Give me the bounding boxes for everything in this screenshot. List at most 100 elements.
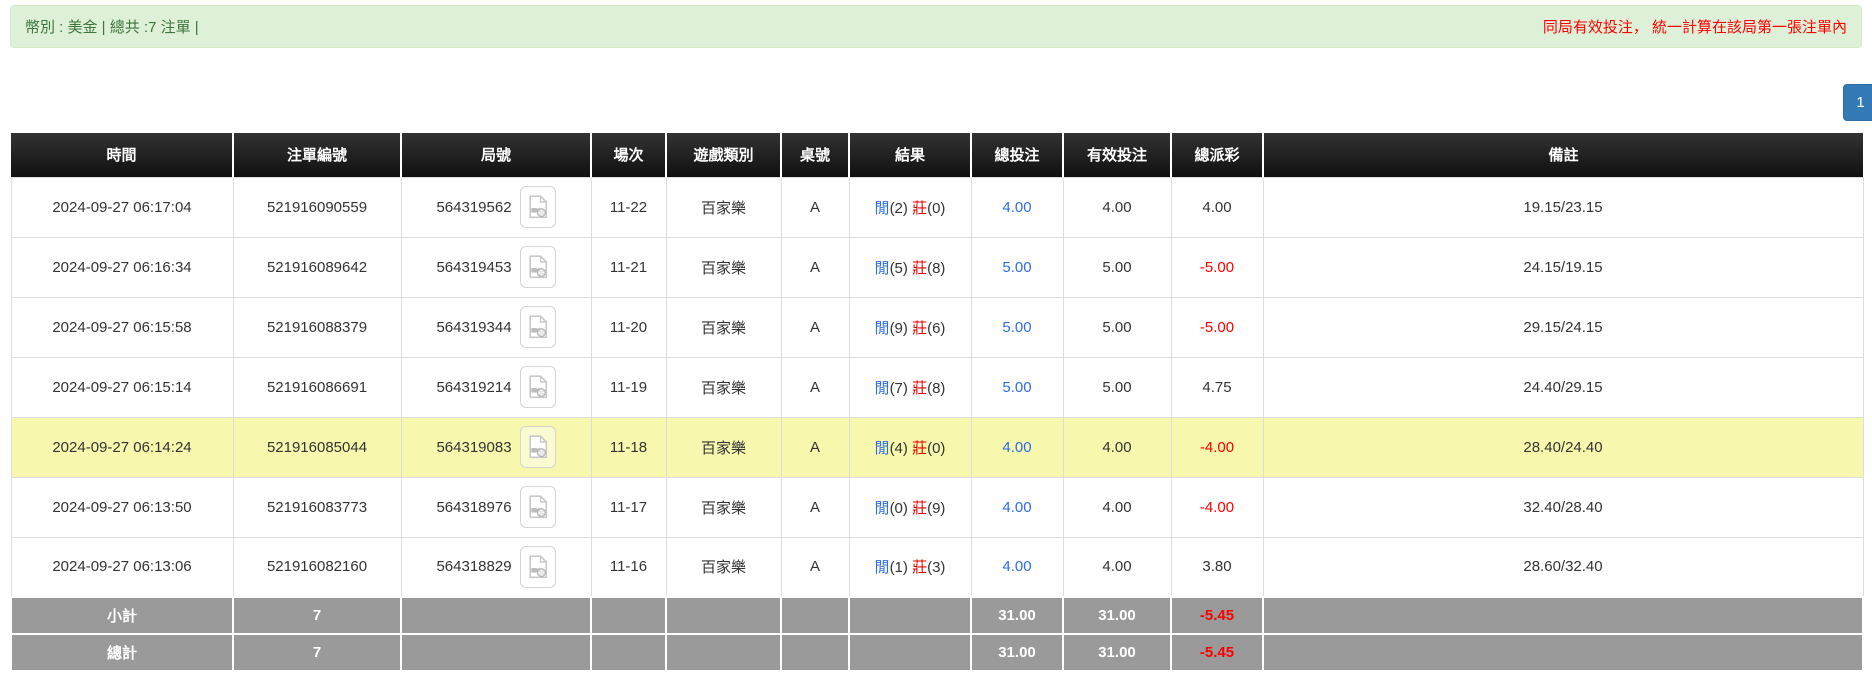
total-bet-cell: 4.00 xyxy=(970,176,1064,238)
player-result-label: 閒 xyxy=(874,439,890,457)
col-header-time: 時間 xyxy=(11,133,233,177)
total-bet-cell: 4.00 xyxy=(970,536,1064,598)
player-result-score: (0) xyxy=(889,499,908,517)
valid-bet-cell: 5.00 xyxy=(1062,296,1172,358)
player-result-score: (9) xyxy=(889,319,908,337)
col-header-table-no: 桌號 xyxy=(780,133,849,177)
banker-result-score: (8) xyxy=(927,259,946,277)
session-cell: 11-16 xyxy=(590,536,667,598)
player-result-score: (2) xyxy=(889,199,908,217)
table-footer: 小計 7 31.00 31.00 -5.45 總計 7 31.00 31.00 … xyxy=(10,596,1864,672)
total-bet-link[interactable]: 4.00 xyxy=(1002,199,1031,216)
video-replay-icon xyxy=(528,555,547,578)
session-cell: 11-22 xyxy=(590,176,667,238)
table-row: 2024-09-27 06:17:04 521916090559 5643195… xyxy=(10,176,1864,238)
banker-result-label: 莊 xyxy=(912,559,928,577)
total-bet-cell: 5.00 xyxy=(970,236,1064,298)
remark-cell: 32.40/28.40 xyxy=(1262,476,1864,538)
total-bet-link[interactable]: 5.00 xyxy=(1002,259,1031,276)
bet-id-cell: 521916083773 xyxy=(232,476,402,538)
video-replay-icon xyxy=(528,435,547,459)
game-type-cell: 百家樂 xyxy=(665,236,782,298)
banker-result-label: 莊 xyxy=(912,259,928,277)
round-cell: 564319453 xyxy=(400,236,592,298)
total-bet-link[interactable]: 5.00 xyxy=(1002,379,1031,396)
empty-cell xyxy=(590,633,667,672)
video-replay-button[interactable] xyxy=(519,306,556,348)
session-cell: 11-18 xyxy=(590,416,667,478)
time-cell: 2024-09-27 06:15:14 xyxy=(10,356,234,418)
empty-cell xyxy=(1262,633,1864,672)
result-cell: 閒(4) 莊(0) xyxy=(848,416,972,478)
empty-cell xyxy=(665,633,782,672)
valid-bet-cell: 4.00 xyxy=(1062,476,1172,538)
round-number: 564318976 xyxy=(436,498,512,516)
banker-result-score: (0) xyxy=(927,199,946,217)
round-number: 564319453 xyxy=(436,258,512,276)
remark-cell: 19.15/23.15 xyxy=(1262,176,1864,238)
subtotal-label: 小計 xyxy=(10,596,234,635)
empty-cell xyxy=(780,633,850,672)
total-bet-cell: 4.00 xyxy=(970,476,1064,538)
video-replay-button[interactable] xyxy=(519,246,556,288)
round-cell: 564319214 xyxy=(400,356,592,418)
round-cell: 564319562 xyxy=(400,176,592,238)
round-cell: 564318976 xyxy=(400,476,592,538)
banker-result-label: 莊 xyxy=(912,199,928,217)
total-row: 總計 7 31.00 31.00 -5.45 xyxy=(10,633,1864,672)
result-cell: 閒(2) 莊(0) xyxy=(848,176,972,238)
video-replay-button[interactable] xyxy=(519,486,556,528)
valid-bet-note-text: 同局有效投注， 統一計算在該局第一張注單內 xyxy=(1542,19,1847,36)
total-valid-bet: 31.00 xyxy=(1062,633,1172,672)
game-type-cell: 百家樂 xyxy=(665,416,782,478)
bet-id-cell: 521916089642 xyxy=(232,236,402,298)
banker-result-label: 莊 xyxy=(912,439,928,457)
table-no-cell: A xyxy=(780,356,850,418)
bet-id-cell: 521916082160 xyxy=(232,536,402,598)
banker-result-score: (6) xyxy=(927,319,946,337)
bet-id-cell: 521916085044 xyxy=(232,416,402,478)
video-replay-button[interactable] xyxy=(519,366,556,408)
round-cell: 564318829 xyxy=(400,536,592,598)
session-cell: 11-19 xyxy=(590,356,667,418)
col-header-bet-id: 注單編號 xyxy=(232,133,401,177)
payout-cell: -4.00 xyxy=(1170,416,1264,478)
game-type-cell: 百家樂 xyxy=(665,176,782,238)
total-bet-link[interactable]: 4.00 xyxy=(1002,499,1031,516)
round-cell: 564319083 xyxy=(400,416,592,478)
subtotal-row: 小計 7 31.00 31.00 -5.45 xyxy=(10,596,1864,635)
table-row: 2024-09-27 06:15:58 521916088379 5643193… xyxy=(10,296,1864,358)
payout-cell: 3.80 xyxy=(1170,536,1264,598)
subtotal-payout: -5.45 xyxy=(1170,596,1264,635)
table-no-cell: A xyxy=(780,476,850,538)
empty-cell xyxy=(1262,596,1864,635)
video-replay-button[interactable] xyxy=(519,186,556,228)
video-replay-button[interactable] xyxy=(519,426,556,468)
summary-bar: 幣別 : 美金 | 總共 :7 注單 | 同局有效投注， 統一計算在該局第一張注… xyxy=(10,5,1862,48)
video-replay-button[interactable] xyxy=(519,545,556,588)
player-result-label: 閒 xyxy=(874,559,890,577)
video-replay-icon xyxy=(528,255,547,279)
col-header-remark: 備註 xyxy=(1262,133,1863,177)
remark-cell: 29.15/24.15 xyxy=(1262,296,1864,358)
total-bet-link[interactable]: 4.00 xyxy=(1002,439,1031,456)
valid-bet-cell: 4.00 xyxy=(1062,536,1172,598)
session-cell: 11-20 xyxy=(590,296,667,358)
player-result-label: 閒 xyxy=(874,379,890,397)
subtotal-valid-bet: 31.00 xyxy=(1062,596,1172,635)
bet-id-cell: 521916090559 xyxy=(232,176,402,238)
time-cell: 2024-09-27 06:16:34 xyxy=(10,236,234,298)
total-bet-link[interactable]: 5.00 xyxy=(1002,319,1031,336)
player-result-label: 閒 xyxy=(874,259,890,277)
table-row: 2024-09-27 06:13:06 521916082160 5643188… xyxy=(10,536,1864,598)
session-cell: 11-17 xyxy=(590,476,667,538)
table-no-cell: A xyxy=(780,236,850,298)
valid-bet-cell: 5.00 xyxy=(1062,236,1172,298)
session-cell: 11-21 xyxy=(590,236,667,298)
banker-result-score: (9) xyxy=(927,499,946,517)
result-cell: 閒(9) 莊(6) xyxy=(848,296,972,358)
result-cell: 閒(7) 莊(8) xyxy=(848,356,972,418)
total-bet-link[interactable]: 4.00 xyxy=(1002,558,1031,575)
pagination-page-1-button[interactable]: 1 xyxy=(1843,84,1872,121)
player-result-score: (4) xyxy=(889,439,908,457)
